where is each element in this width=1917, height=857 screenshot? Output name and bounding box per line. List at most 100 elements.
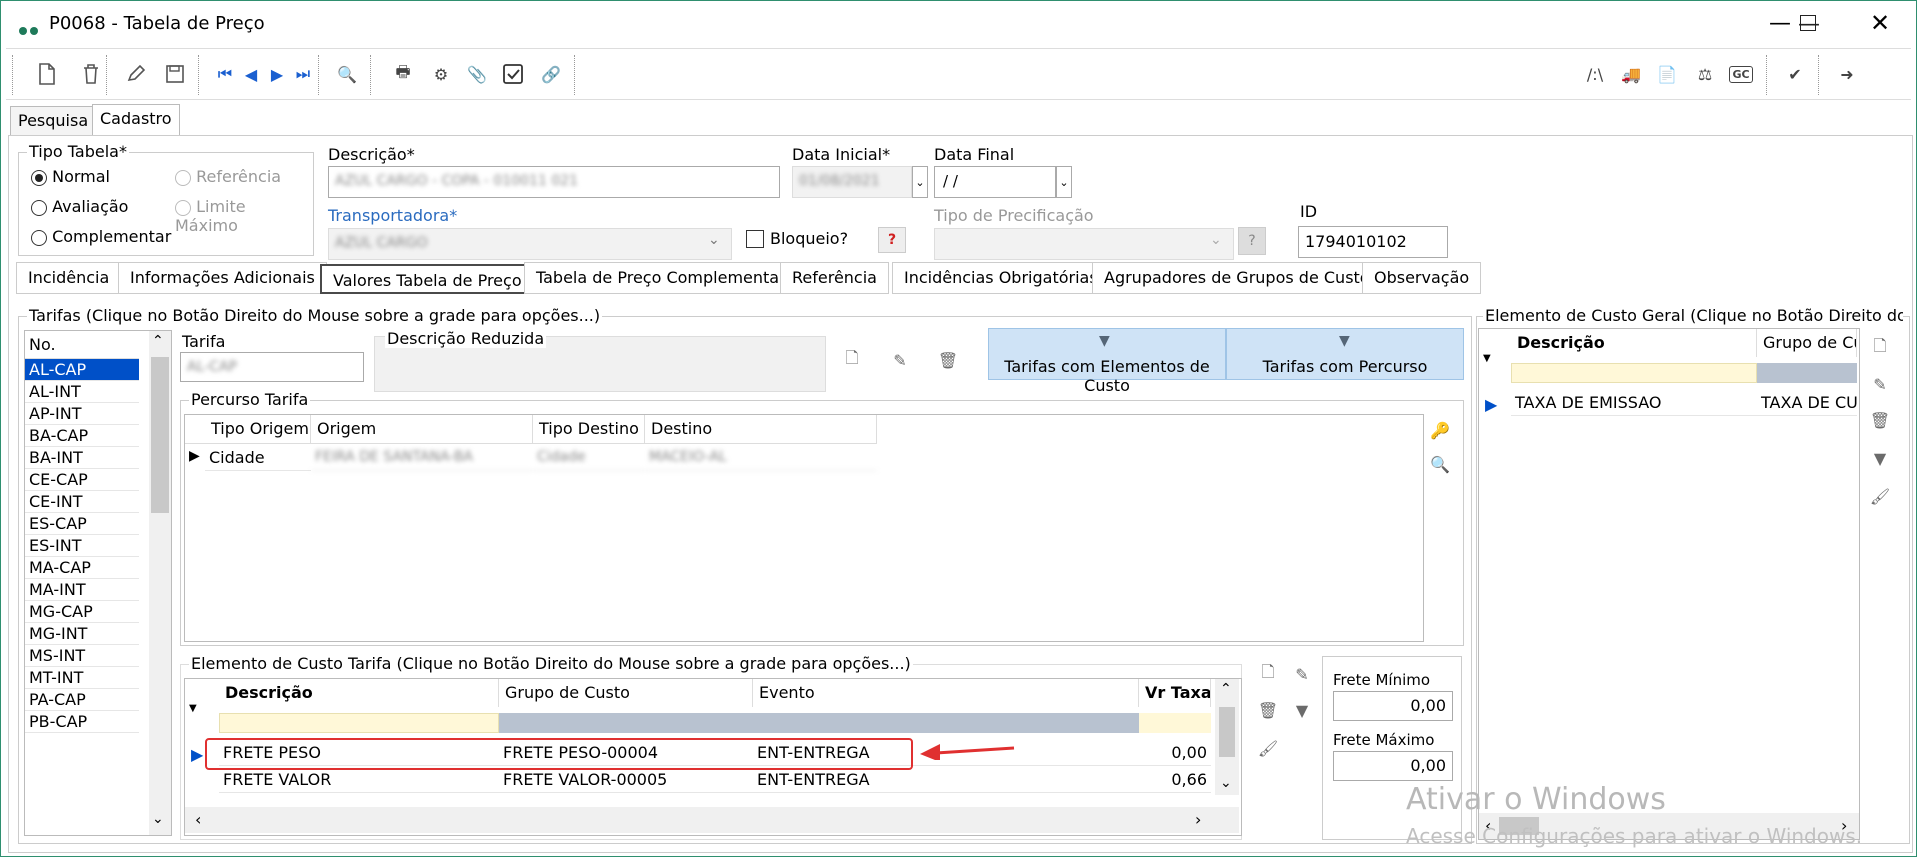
radio-complementar[interactable]: Complementar	[31, 227, 171, 246]
new-geral-icon[interactable]: 🗋	[1866, 334, 1894, 362]
scroll-left-icon[interactable]: ‹	[195, 810, 201, 829]
descricao-input[interactable]: AZUL CARGO - COPA - 010011 021	[328, 166, 780, 198]
tipo-precificacao-dropdown-icon[interactable]: ⌄	[1210, 232, 1222, 248]
scroll-down-icon-2[interactable]: ⌄	[1220, 775, 1232, 791]
scroll-right-icon[interactable]: ›	[1195, 810, 1201, 829]
edit-elemento-icon[interactable]: ✎	[1288, 660, 1316, 688]
exit-icon[interactable]: ➜	[1830, 57, 1864, 91]
tarifa-list-item[interactable]: CE-INT	[25, 491, 139, 513]
edit-tarifa-icon[interactable]: ✎	[886, 346, 914, 374]
radio-limite-maximo[interactable]: Limite Máximo	[175, 197, 313, 235]
tab-cadastro[interactable]: Cadastro	[92, 104, 180, 136]
tarifa-list-item[interactable]: MT-INT	[25, 667, 139, 689]
percurso-tipo-origem[interactable]: Cidade	[205, 444, 311, 471]
elemento-grupo-2[interactable]: FRETE VALOR-00005	[499, 766, 753, 793]
frete-maximo-input[interactable]: 0,00	[1333, 751, 1453, 781]
edit-geral-icon[interactable]: ✎	[1866, 370, 1894, 398]
tarifa-list-item[interactable]: AL-INT	[25, 381, 139, 403]
tab-observacao[interactable]: Observação	[1362, 262, 1482, 294]
bloqueio-checkbox[interactable]	[746, 230, 764, 248]
tarifa-list-item[interactable]: MA-CAP	[25, 557, 139, 579]
tarifa-list-item[interactable]: PB-CAP	[25, 711, 139, 733]
gc-icon[interactable]: GC	[1724, 57, 1758, 91]
elemento-vr-2[interactable]: 0,66	[1139, 766, 1211, 793]
approve-check-icon[interactable]: ✔	[1778, 57, 1812, 91]
edit-icon[interactable]	[120, 57, 154, 91]
tarifa-list-item[interactable]: CE-CAP	[25, 469, 139, 491]
geral-grupo[interactable]: TAXA DE CUSTO	[1757, 389, 1857, 416]
tipo-precificacao-input[interactable]	[934, 228, 1234, 260]
tarifa-list-item[interactable]: BA-INT	[25, 447, 139, 469]
search-icon[interactable]: 🔍	[330, 57, 364, 91]
scroll-up-icon[interactable]: ⌃	[152, 333, 164, 349]
scroll-thumb-2[interactable]	[1219, 707, 1235, 757]
checkbox-icon[interactable]	[496, 57, 530, 91]
tarifas-percurso-button[interactable]: ▼ Tarifas com Percurso	[1226, 328, 1464, 380]
tab-informacoes-adicionais[interactable]: Informações Adicionais	[118, 262, 327, 294]
tab-pesquisa[interactable]: Pesquisa	[10, 106, 97, 136]
link-icon[interactable]: 🔗	[534, 57, 568, 91]
brush-geral-icon[interactable]: 🖌	[1866, 482, 1894, 510]
tarifas-scrollbar[interactable]: ⌃ ⌄	[149, 331, 171, 835]
print-icon[interactable]: 🖶	[386, 57, 420, 91]
elemento-vscroll[interactable]: ⌃ ⌄	[1215, 679, 1239, 795]
filter-elemento-icon[interactable]: ▼	[1288, 696, 1316, 724]
close-button[interactable]: ✕	[1852, 6, 1908, 40]
tarifa-list-item[interactable]: AL-CAP	[25, 359, 139, 381]
gear-icon[interactable]: ⚙	[424, 57, 458, 91]
transportadora-dropdown-icon[interactable]: ⌄	[708, 232, 720, 248]
delete-geral-icon[interactable]: 🗑	[1866, 406, 1894, 434]
tarifa-input[interactable]: AL-CAP	[180, 352, 364, 382]
delete-tarifa-icon[interactable]: 🗑	[934, 346, 962, 374]
tarifa-list-item[interactable]: MS-INT	[25, 645, 139, 667]
binoculars-icon[interactable]: 🔍	[1426, 450, 1454, 478]
scroll-thumb[interactable]	[151, 357, 169, 513]
balance-icon[interactable]: ⚖	[1688, 57, 1722, 91]
attach-icon[interactable]: 📎	[460, 57, 494, 91]
elemento-hscroll[interactable]: ‹ ›	[185, 807, 1239, 833]
tarifa-list-item[interactable]: AP-INT	[25, 403, 139, 425]
tarifa-list-item[interactable]: MG-INT	[25, 623, 139, 645]
tarifa-list-item[interactable]: ES-INT	[25, 535, 139, 557]
elemento-vr[interactable]: 0,00	[1139, 739, 1211, 766]
id-input[interactable]: 1794010102	[1298, 226, 1448, 258]
tarifa-list-item[interactable]: MG-CAP	[25, 601, 139, 623]
tab-referencia[interactable]: Referência	[780, 262, 889, 294]
tab-agrupadores-grupos-custo[interactable]: Agrupadores de Grupos de Custo	[1092, 262, 1382, 294]
new-tarifa-icon[interactable]: 🗋	[838, 346, 866, 374]
document-icon[interactable]: 📄	[1650, 57, 1684, 91]
bloqueio-help-button[interactable]: ?	[878, 227, 906, 253]
frete-minimo-input[interactable]: 0,00	[1333, 691, 1453, 721]
tarifas-elementos-custo-button[interactable]: ▼ Tarifas com Elementos de Custo	[988, 328, 1226, 395]
new-elemento-icon[interactable]: 🗋	[1254, 660, 1282, 688]
elemento-descricao-2[interactable]: FRETE VALOR	[219, 766, 499, 793]
data-final-dropdown-icon[interactable]: ⌄	[1056, 166, 1072, 198]
truck-icon[interactable]: 🚚	[1614, 57, 1648, 91]
filter-geral-icon[interactable]: ▼	[1866, 444, 1894, 472]
elemento-evento-2[interactable]: ENT-ENTREGA	[753, 766, 1139, 793]
tarifa-list-item[interactable]: MA-INT	[25, 579, 139, 601]
geral-descricao[interactable]: TAXA DE EMISSAO	[1511, 389, 1757, 416]
delete-elemento-icon[interactable]: 🗑	[1254, 696, 1282, 724]
last-record-icon[interactable]: ⏭	[286, 57, 320, 91]
transportadora-input[interactable]: AZUL CARGO	[328, 228, 732, 260]
radio-referencia[interactable]: Referência	[175, 167, 281, 186]
scroll-down-icon[interactable]: ⌄	[152, 811, 164, 827]
tipo-precificacao-help-button[interactable]: ?	[1238, 227, 1266, 255]
tarifa-list-item[interactable]: BA-CAP	[25, 425, 139, 447]
percurso-destino[interactable]: MACEIO-AL	[645, 444, 877, 471]
percurso-tipo-destino[interactable]: Cidade	[533, 444, 645, 471]
new-doc-icon[interactable]	[30, 57, 64, 91]
key-icon[interactable]: 🔑	[1426, 416, 1454, 444]
radio-normal[interactable]: Normal	[31, 167, 110, 186]
scroll-up-icon-2[interactable]: ⌃	[1220, 681, 1232, 697]
save-icon[interactable]	[158, 57, 192, 91]
radio-avaliacao[interactable]: Avaliação	[31, 197, 128, 216]
route-icon[interactable]: /:\	[1578, 57, 1612, 91]
tab-tabela-preco-complementar[interactable]: Tabela de Preço Complementar	[524, 262, 798, 294]
data-inicial-input[interactable]: 01/08/2021	[792, 166, 912, 198]
maximize-button[interactable]	[1780, 6, 1836, 40]
data-inicial-dropdown-icon[interactable]: ⌄	[912, 166, 928, 198]
percurso-origem[interactable]: FEIRA DE SANTANA-BA	[311, 444, 533, 471]
tab-incidencias-obrigatorias[interactable]: Incidências Obrigatórias	[892, 262, 1110, 294]
